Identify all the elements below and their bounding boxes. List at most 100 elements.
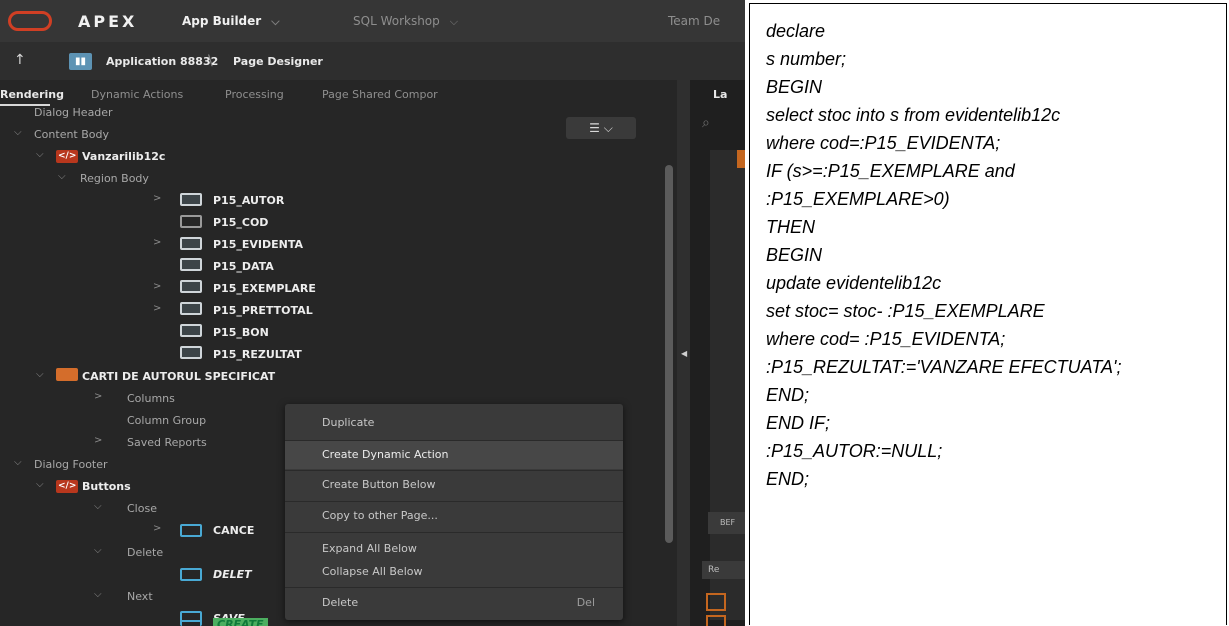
oracle-logo-icon[interactable] (8, 11, 52, 31)
code-line: BEGIN (766, 245, 823, 265)
number-field-icon (180, 302, 202, 315)
tree-item-p15-evidenta[interactable]: P15_EVIDENTA (213, 238, 303, 251)
interactive-report-icon (56, 368, 78, 381)
tree-item-p15-bon[interactable]: P15_BON (213, 326, 269, 339)
button-conditional-icon (180, 568, 202, 581)
chevron-down-icon[interactable]: ⌵ (14, 457, 22, 468)
chevron-down-icon: ⌵ (271, 15, 280, 28)
tree-node-delete-group[interactable]: Delete (127, 546, 163, 559)
menu-item-delete[interactable]: Delete Del (285, 589, 623, 617)
breadcrumb-page-designer: Page Designer (233, 55, 323, 68)
nav-sql-workshop[interactable]: SQL Workshop ⌵ (353, 14, 458, 29)
tab-rendering[interactable]: Rendering (0, 88, 64, 101)
chevron-right-icon[interactable]: > (94, 391, 102, 402)
tree-item-cancel[interactable]: CANCE (213, 524, 254, 537)
tab-processing[interactable]: Processing (225, 88, 284, 101)
tree-node-region-body[interactable]: Region Body (80, 172, 149, 185)
code-line: THEN (766, 217, 815, 237)
breadcrumb-application[interactable]: Application 88832 (106, 55, 218, 68)
tree-node-buttons[interactable]: Buttons (82, 480, 131, 493)
number-field-icon (180, 280, 202, 293)
chevron-down-icon[interactable]: ⌵ (58, 171, 66, 182)
menu-item-create-dynamic-action[interactable]: Create Dynamic Action (285, 441, 623, 469)
chevron-down-icon[interactable]: ⌵ (14, 127, 22, 138)
chevron-right-icon[interactable]: > (153, 193, 161, 204)
tree-node-dialog-footer[interactable]: Dialog Footer (34, 458, 108, 471)
code-line: END; (766, 385, 810, 405)
chevron-down-icon[interactable]: ⌵ (94, 501, 102, 512)
collapse-left-icon[interactable]: ◀ (681, 349, 687, 358)
tree-item-p15-autor[interactable]: P15_AUTOR (213, 194, 284, 207)
tree-menu-dropdown-button[interactable]: ☰ ⌵ (566, 117, 636, 139)
menu-item-duplicate[interactable]: Duplicate (285, 409, 623, 437)
menu-item-create-button-below[interactable]: Create Button Below (285, 471, 623, 499)
tree-item-p15-exemplare[interactable]: P15_EXEMPLARE (213, 282, 316, 295)
nav-app-builder[interactable]: App Builder ⌵ (182, 14, 280, 29)
code-line: declare (766, 21, 826, 41)
tree-node-saved-reports[interactable]: Saved Reports (127, 436, 207, 449)
tree-node-dialog-header[interactable]: Dialog Header (34, 106, 113, 119)
tree-item-create[interactable]: CREATE (213, 618, 268, 626)
nav-team-development[interactable]: Team De (668, 14, 720, 28)
chevron-down-icon[interactable]: ⌵ (153, 622, 161, 626)
tree-item-p15-prettotal[interactable]: P15_PRETTOTAL (213, 304, 313, 317)
hidden-item-icon (180, 215, 202, 228)
apex-brand[interactable]: APEX (78, 12, 137, 31)
tree-node-report-carti[interactable]: CARTI DE AUTORUL SPECIFICAT (82, 370, 275, 383)
chevron-right-icon[interactable]: > (153, 303, 161, 314)
tree-item-p15-data[interactable]: P15_DATA (213, 260, 274, 273)
chevron-down-icon[interactable]: ⌵ (36, 149, 44, 160)
pin-icon[interactable]: ↑ (14, 52, 26, 68)
layout-position-button[interactable]: BEF (708, 512, 745, 534)
code-line: select stoc into s from evidentelib12c (766, 105, 1061, 125)
chevron-down-icon[interactable]: ⌵ (36, 479, 44, 490)
code-line: :P15_EXEMPLARE>0) (766, 189, 950, 209)
tree-item-delete[interactable]: DELET (213, 568, 252, 581)
nav-sql-workshop-label: SQL Workshop (353, 14, 440, 28)
tree-node-column-groups[interactable]: Column Group (127, 414, 206, 427)
date-picker-icon (180, 258, 202, 271)
tree-node-content-body[interactable]: Content Body (34, 128, 109, 141)
drop-zone-icon[interactable] (706, 615, 726, 626)
html-region-icon: </> (56, 150, 78, 163)
chevron-down-icon[interactable]: ⌵ (94, 589, 102, 600)
menu-item-collapse-all-below[interactable]: Collapse All Below (285, 558, 623, 586)
chevron-right-icon[interactable]: > (94, 435, 102, 446)
tree-scrollbar[interactable] (665, 165, 673, 543)
tree-item-p15-cod[interactable]: P15_COD (213, 216, 268, 229)
code-line: :P15_REZULTAT:='VANZARE EFECTUATA'; (766, 357, 1122, 377)
chevron-right-icon[interactable]: > (153, 281, 161, 292)
tree-node-next[interactable]: Next (127, 590, 153, 603)
tree-item-p15-rezultat[interactable]: P15_REZULTAT (213, 348, 302, 361)
text-field-icon (180, 324, 202, 337)
text-area-icon (180, 346, 202, 359)
layout-region-button[interactable]: Re (702, 561, 745, 579)
button-icon (180, 524, 202, 537)
tab-layout[interactable]: La (713, 88, 727, 101)
tab-page-shared-components[interactable]: Page Shared Compor (322, 88, 438, 101)
search-icon[interactable]: ⌕ (702, 115, 710, 131)
chevron-down-icon[interactable]: ⌵ (94, 545, 102, 556)
nav-team-dev-label: Team De (668, 14, 721, 28)
chevron-right-icon[interactable]: > (153, 523, 161, 534)
tree-node-columns[interactable]: Columns (127, 392, 175, 405)
bar-chart-icon[interactable]: ▮▮ (69, 53, 92, 70)
chevron-down-icon[interactable]: ⌵ (36, 369, 44, 380)
chevron-right-icon[interactable]: > (153, 237, 161, 248)
code-line: update evidentelib12c (766, 273, 942, 293)
menu-item-copy-to-other-page[interactable]: Copy to other Page... (285, 502, 623, 530)
menu-item-delete-label: Delete (322, 596, 359, 609)
code-line: IF (s>=:P15_EXEMPLARE and (766, 161, 1015, 181)
tab-dynamic-actions[interactable]: Dynamic Actions (91, 88, 183, 101)
layout-canvas (710, 150, 745, 620)
tree-node-close[interactable]: Close (127, 502, 157, 515)
code-line: BEGIN (766, 77, 823, 97)
code-line: where cod=:P15_EVIDENTA; (766, 133, 1001, 153)
code-line: where cod= :P15_EVIDENTA; (766, 329, 1006, 349)
nav-app-builder-label: App Builder (182, 14, 262, 28)
code-line: set stoc= stoc- :P15_EXEMPLARE (766, 301, 1045, 321)
tree-node-region-vanzarilib12c[interactable]: Vanzarilib12c (82, 150, 165, 163)
code-line: s number; (766, 49, 847, 69)
drop-zone-icon[interactable] (706, 593, 726, 611)
html-region-icon: </> (56, 480, 78, 493)
